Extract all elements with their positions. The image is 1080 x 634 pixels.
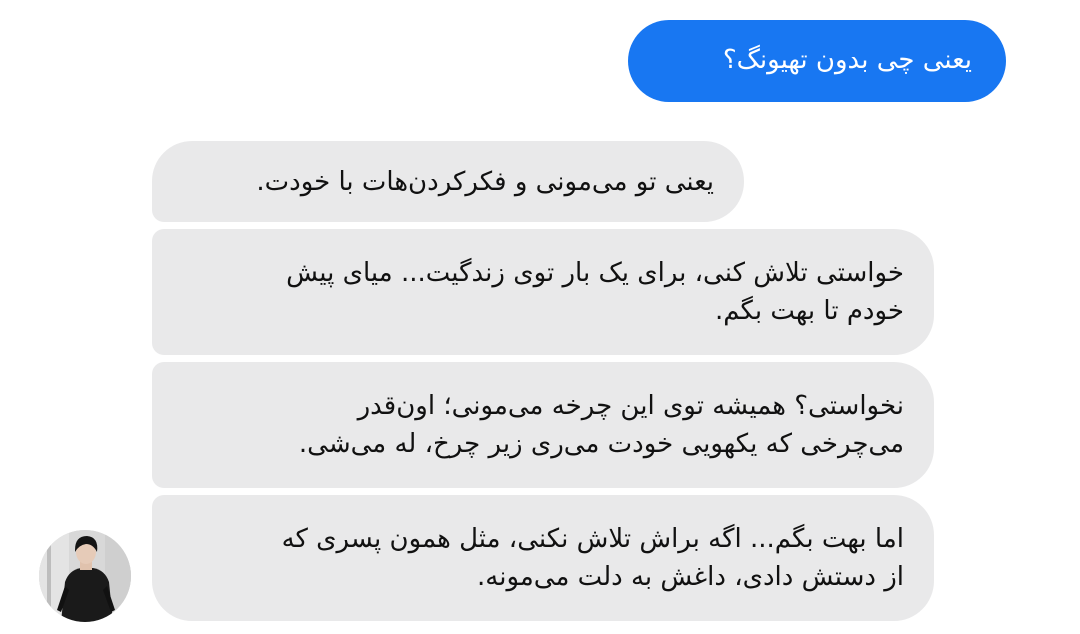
- received-message-bubble[interactable]: اما بهت بگم... اگه براش تلاش نکنی، مثل ه…: [152, 495, 934, 621]
- received-message-bubble[interactable]: یعنی تو می‌مونی و فکرکردن‌هات با خودت.: [152, 141, 744, 222]
- received-message-bubble[interactable]: نخواستی؟ همیشه توی این چرخه می‌مونی؛ اون…: [152, 362, 934, 488]
- contact-avatar[interactable]: [39, 530, 131, 622]
- avatar-photo-icon: [39, 530, 131, 622]
- chat-thread: یعنی چی بدون تهیونگ؟ یعنی تو می‌مونی و ف…: [0, 0, 1080, 634]
- sent-message-bubble[interactable]: یعنی چی بدون تهیونگ؟: [628, 20, 1006, 102]
- received-message-bubble[interactable]: خواستی تلاش کنی، برای یک بار توی زندگیت.…: [152, 229, 934, 355]
